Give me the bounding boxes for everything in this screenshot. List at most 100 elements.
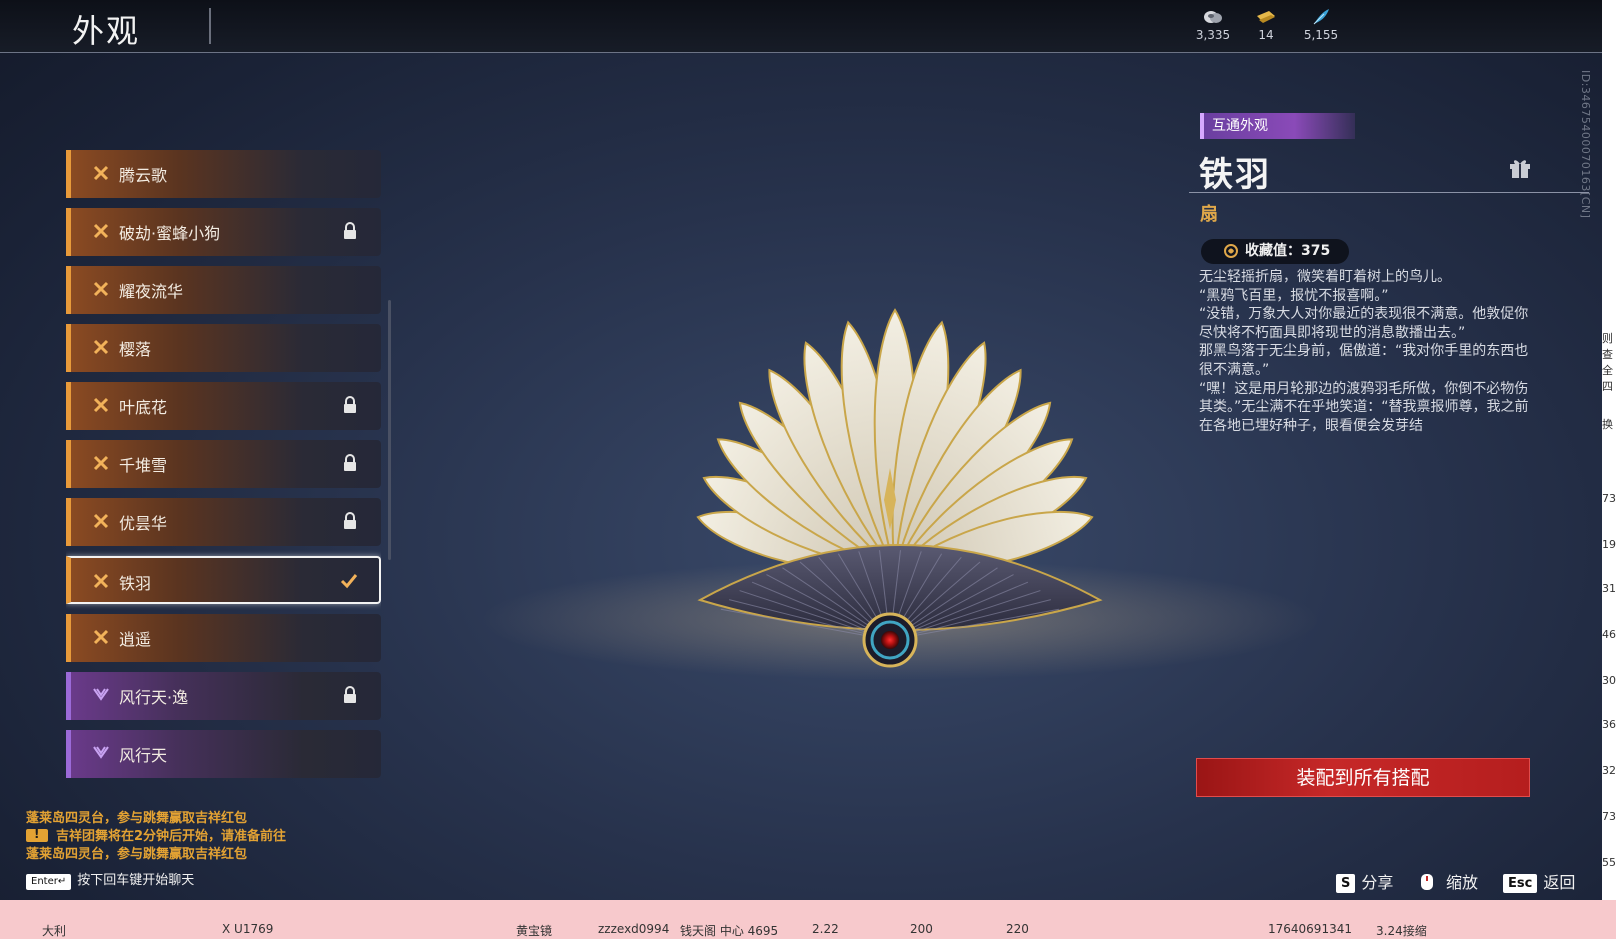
background-app-table-row: 大利 X U1769 黄宝镜 zzzexd0994 钱天阁 中心 4695 2.22 200… bbox=[0, 900, 1616, 939]
description-line: “嘿！这是用月轮那边的渡鸦羽毛所做，你倒不必物伤其类。”无尘满不在乎地笑道：“替… bbox=[1199, 380, 1529, 434]
background-cell: 黄宝镜 bbox=[516, 924, 553, 938]
outfit-list-item-label: 铁羽 bbox=[119, 574, 152, 593]
item-name: 铁羽 bbox=[1199, 155, 1271, 195]
page-title: 外观 bbox=[72, 12, 141, 50]
rarity-icon bbox=[93, 455, 109, 471]
background-cell: 220 bbox=[1006, 922, 1029, 936]
back-label: 返回 bbox=[1543, 873, 1576, 892]
zoom-label: 缩放 bbox=[1446, 873, 1479, 892]
ticket-icon bbox=[1257, 11, 1275, 23]
equip-to-all-button[interactable]: 装配到所有搭配 bbox=[1196, 758, 1530, 797]
background-cell: 19 bbox=[1602, 538, 1616, 551]
lock-icon bbox=[344, 222, 356, 239]
outfit-list-item-label: 叶底花 bbox=[119, 398, 168, 417]
currency-feathers: 5,155 bbox=[1291, 8, 1351, 42]
item-category: 扇 bbox=[1200, 204, 1218, 225]
background-cell: 2.22 bbox=[812, 922, 839, 936]
outfit-list-item[interactable]: 破劫·蜜蜂小狗 bbox=[66, 208, 381, 256]
background-cell: 全四 bbox=[1602, 364, 1613, 393]
name-divider bbox=[1189, 192, 1589, 193]
background-cell: 200 bbox=[910, 922, 933, 936]
outfit-list-item[interactable]: 樱落 bbox=[66, 324, 381, 372]
enter-key-icon: Enter↵ bbox=[26, 874, 72, 890]
outfit-list-item[interactable]: 风行天·逸 bbox=[66, 672, 381, 720]
rarity-icon bbox=[93, 573, 109, 589]
chat-line-text: 吉祥团舞将在2分钟后开始，请准备前往 bbox=[56, 829, 287, 844]
outfit-list-item[interactable]: 逍遥 bbox=[66, 614, 381, 662]
description-line: “黑鸦飞百里，报忧不报喜啊。” bbox=[1199, 287, 1389, 304]
mouse-icon bbox=[1421, 874, 1433, 890]
background-cell: zzzexd0994 bbox=[598, 922, 670, 936]
background-cell: 17640691341 bbox=[1268, 922, 1352, 936]
background-cell: 730 bbox=[1602, 810, 1616, 823]
warning-icon bbox=[26, 827, 48, 842]
chat-line: 蓬莱岛四灵台，参与跳舞赢取吉祥红包 bbox=[26, 843, 286, 862]
outfit-list-scrollbar[interactable] bbox=[388, 300, 391, 560]
rarity-icon bbox=[93, 165, 109, 181]
background-cell: 325 bbox=[1602, 764, 1616, 777]
share-key: S bbox=[1336, 874, 1356, 893]
background-cell: 钱天阁 中心 4695 bbox=[680, 924, 779, 938]
outfit-list-item-label: 优昙华 bbox=[119, 514, 168, 533]
outfit-list-item[interactable]: 耀夜流华 bbox=[66, 266, 381, 314]
outfit-list-item-label: 风行天 bbox=[119, 746, 168, 765]
item-description: 无尘轻摇折扇，微笑着盯着树上的鸟儿。 “黑鸦飞百里，报忧不报喜啊。” “没错，万… bbox=[1199, 268, 1534, 435]
gift-icon[interactable] bbox=[1508, 156, 1532, 180]
collection-value-label: 收藏值：375 bbox=[1245, 243, 1331, 259]
lock-icon bbox=[344, 512, 356, 529]
outfit-list-item-label: 破劫·蜜蜂小狗 bbox=[119, 224, 221, 243]
outfit-list-item[interactable]: 铁羽 bbox=[66, 556, 381, 604]
rarity-icon bbox=[93, 746, 109, 759]
share-label: 分享 bbox=[1361, 873, 1394, 892]
outfit-list-item[interactable]: 优昙华 bbox=[66, 498, 381, 546]
chat-input-hint[interactable]: Enter↵ 按下回车键开始聊天 bbox=[26, 869, 194, 890]
zoom-control[interactable]: 缩放 bbox=[1420, 869, 1478, 893]
currency-coins: 3,335 bbox=[1183, 8, 1243, 42]
outfit-list-item-label: 耀夜流华 bbox=[119, 282, 184, 301]
outfit-list-item[interactable]: 风行天 bbox=[66, 730, 381, 778]
description-line: 无尘轻摇折扇，微笑着盯着树上的鸟儿。 bbox=[1199, 269, 1451, 285]
background-cell: 319 bbox=[1602, 582, 1616, 595]
rarity-icon bbox=[93, 688, 109, 701]
coin-stack-icon bbox=[1204, 11, 1222, 23]
collection-value: 收藏值：375 bbox=[1201, 239, 1349, 264]
outfit-list-item[interactable]: 腾云歌 bbox=[66, 150, 381, 198]
outfit-list-item-label: 腾云歌 bbox=[119, 166, 168, 185]
outfit-list-item-label: 千堆雪 bbox=[119, 456, 168, 475]
chat-line: 蓬莱岛四灵台，参与跳舞赢取吉祥红包 bbox=[26, 807, 286, 826]
chat-line-text: 蓬莱岛四灵台，参与跳舞赢取吉祥红包 bbox=[26, 811, 248, 826]
chat-log[interactable]: 蓬莱岛四灵台，参与跳舞赢取吉祥红包 吉祥团舞将在2分钟后开始，请准备前往 蓬莱岛… bbox=[26, 807, 287, 862]
outfit-list[interactable]: 腾云歌破劫·蜜蜂小狗 耀夜流华樱落叶底花千堆雪优昙华铁羽逍遥风行天·逸风行天 bbox=[66, 150, 381, 800]
background-cell: 360 bbox=[1602, 718, 1616, 731]
share-control[interactable]: S 分享 bbox=[1336, 869, 1393, 893]
player-id: ID:34675400070163[CN] bbox=[1579, 70, 1592, 219]
outfit-list-item[interactable]: 千堆雪 bbox=[66, 440, 381, 488]
title-divider bbox=[209, 8, 211, 44]
background-cell: 73 bbox=[1602, 492, 1616, 505]
checkmark-icon bbox=[340, 574, 358, 589]
top-bar: 外观 3,335 14 5,155 bbox=[0, 0, 1602, 53]
background-cell: 308 bbox=[1602, 674, 1616, 687]
outfit-list-item[interactable]: 叶底花 bbox=[66, 382, 381, 430]
outfit-list-item-label: 逍遥 bbox=[119, 630, 152, 649]
description-line: 那黑鸟落于无尘身前，倨傲道：“我对你手里的东西也很不满意。” bbox=[1199, 343, 1529, 378]
rarity-icon bbox=[93, 281, 109, 297]
chat-line-text: 蓬莱岛四灵台，参与跳舞赢取吉祥红包 bbox=[26, 847, 248, 862]
lock-icon bbox=[344, 686, 356, 703]
chat-line: 吉祥团舞将在2分钟后开始，请准备前往 bbox=[26, 825, 287, 844]
outfit-list-item-label: 樱落 bbox=[119, 340, 152, 359]
rarity-icon bbox=[93, 223, 109, 239]
back-control[interactable]: Esc 返回 bbox=[1503, 869, 1575, 893]
background-cell: X U1769 bbox=[222, 922, 274, 936]
rarity-icon bbox=[93, 397, 109, 413]
background-cell: 则查 bbox=[1602, 332, 1613, 361]
currency-tickets-value: 14 bbox=[1258, 28, 1274, 42]
esc-key: Esc bbox=[1503, 874, 1538, 893]
currency-feathers-value: 5,155 bbox=[1303, 28, 1339, 42]
lock-icon bbox=[344, 396, 356, 413]
background-cell: 换 bbox=[1602, 418, 1613, 431]
description-line: “没错，万象大人对你最近的表现很不满意。他敦促你尽快将不朽面具即将现世的消息散播… bbox=[1199, 306, 1529, 341]
rarity-icon bbox=[93, 339, 109, 355]
chat-hint-text: 按下回车键开始聊天 bbox=[77, 873, 195, 888]
game-window: 外观 3,335 14 5,155 ID:34675400070163[CN] … bbox=[0, 0, 1602, 900]
